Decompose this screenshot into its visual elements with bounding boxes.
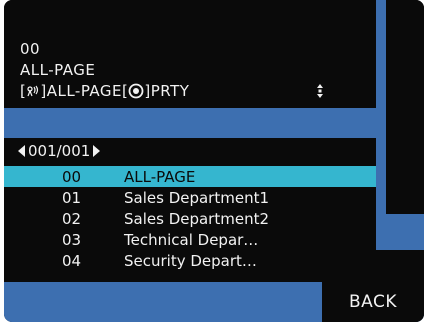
detail-suffix: ]PRTY [144, 82, 190, 100]
back-button[interactable]: BACK [322, 282, 424, 322]
list-item-name: Sales Department1 [124, 188, 270, 207]
pager: 001/001 [4, 138, 376, 166]
detail-mid: ]ALL-PAGE[ [40, 82, 129, 100]
address-book-panel[interactable] [386, 0, 424, 214]
scroll-icon[interactable] [316, 83, 324, 103]
list-item-number: 03 [62, 230, 82, 249]
list-item-name: Technical Depar… [124, 230, 259, 249]
arrow-right-icon[interactable] [93, 145, 101, 157]
target-icon [128, 83, 144, 99]
list-item-number: 02 [62, 209, 82, 228]
list-item[interactable]: 04 Security Depart… [4, 250, 376, 271]
separator-strip [4, 108, 376, 138]
list-item[interactable]: 01 Sales Department1 [4, 187, 376, 208]
list-item-number: 04 [62, 251, 82, 270]
list-item-name: ALL-PAGE [124, 167, 196, 186]
list-item[interactable]: 00 ALL-PAGE [4, 166, 376, 187]
info-panel: 00 ALL-PAGE [ ]ALL-PAGE[ ]PRTY [4, 0, 376, 108]
separator-vertical [376, 0, 386, 250]
page-indicator: 001/001 [28, 142, 91, 160]
broadcast-icon [26, 84, 40, 98]
list-item[interactable]: 03 Technical Depar… [4, 229, 376, 250]
address-list: 00 ALL-PAGE 01 Sales Department1 02 Sale… [4, 166, 376, 282]
list-item-name: Sales Department2 [124, 209, 270, 228]
list-item[interactable]: 02 Sales Department2 [4, 208, 376, 229]
selected-detail: [ ]ALL-PAGE[ ]PRTY [20, 82, 189, 100]
list-item-number: 01 [62, 188, 82, 207]
list-item-name: Security Depart… [124, 251, 257, 270]
separator-right [386, 214, 424, 250]
list-item-number: 00 [62, 167, 82, 186]
screen-frame: 00 ALL-PAGE [ ]ALL-PAGE[ ]PRTY 001/001 0… [4, 0, 424, 322]
selected-name: ALL-PAGE [20, 61, 96, 79]
selected-number: 00 [20, 40, 41, 58]
arrow-left-icon[interactable] [18, 145, 25, 157]
